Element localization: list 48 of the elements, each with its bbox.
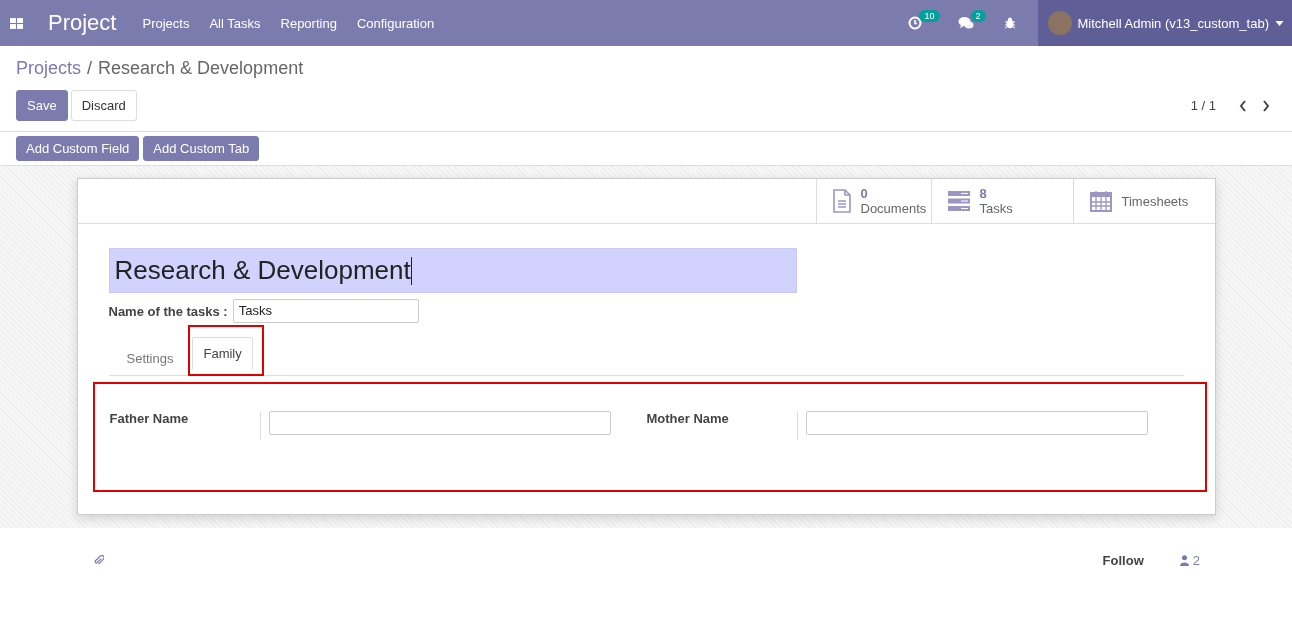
followers-button[interactable]: 2 bbox=[1179, 553, 1200, 568]
menu-item[interactable]: Reporting bbox=[280, 15, 337, 31]
paperclip-icon[interactable] bbox=[93, 555, 104, 566]
avatar-icon bbox=[1047, 11, 1072, 35]
smart-button[interactable]: Timesheets bbox=[1072, 179, 1215, 223]
input-field[interactable] bbox=[805, 411, 1148, 435]
smart-button[interactable]: 8 Tasks bbox=[930, 179, 1073, 223]
input-field[interactable] bbox=[268, 411, 611, 435]
pager-value: 1 / 1 bbox=[1190, 98, 1216, 113]
custom-action-button[interactable]: Add Custom Field bbox=[16, 136, 140, 161]
person-icon bbox=[1179, 555, 1189, 566]
field-label: Name of the tasks : bbox=[108, 303, 228, 319]
follow-button[interactable]: Follow bbox=[1096, 552, 1150, 569]
document-icon bbox=[832, 189, 851, 213]
tab[interactable]: Settings bbox=[115, 342, 185, 374]
breadcrumb-current: Research & Development bbox=[98, 58, 304, 79]
smart-button-label: Timesheets bbox=[1121, 193, 1189, 209]
custom-action-button[interactable]: Add Custom Tab bbox=[143, 136, 260, 161]
user-menu[interactable]: Mitchell Admin (v13_custom_tab) bbox=[1037, 0, 1292, 46]
smart-button[interactable]: 0 Documents bbox=[815, 179, 931, 223]
menu-item[interactable]: All Tasks bbox=[209, 15, 261, 31]
chat-icon[interactable] bbox=[957, 16, 974, 30]
app-title: Project bbox=[48, 10, 117, 36]
smart-button-count: 8 bbox=[979, 186, 988, 201]
apps-menu-icon[interactable] bbox=[10, 17, 23, 29]
tasks-name-field[interactable]: Tasks bbox=[232, 299, 419, 323]
smart-button-label: Tasks bbox=[979, 201, 1013, 216]
calendar-icon bbox=[1089, 190, 1112, 212]
field-label: Father Name bbox=[109, 411, 261, 440]
activity-count-badge: 10 bbox=[919, 10, 940, 22]
discard-button[interactable]: Discard bbox=[70, 90, 137, 121]
bug-icon[interactable] bbox=[1003, 17, 1016, 29]
caret-icon bbox=[1275, 20, 1284, 26]
menu-item[interactable]: Projects bbox=[142, 15, 190, 31]
smart-button-count: 0 bbox=[860, 186, 869, 201]
next-icon[interactable] bbox=[1262, 99, 1270, 112]
save-button[interactable]: Save bbox=[16, 90, 68, 121]
menu-item[interactable]: Configuration bbox=[356, 15, 435, 31]
breadcrumb-separator: / bbox=[87, 58, 93, 79]
list-icon bbox=[947, 191, 970, 211]
smart-button-label: Documents bbox=[860, 201, 927, 216]
tab[interactable]: Family bbox=[192, 337, 253, 370]
clock-icon[interactable] bbox=[908, 16, 923, 30]
previous-icon[interactable] bbox=[1239, 99, 1247, 112]
field-label: Mother Name bbox=[646, 411, 798, 440]
message-count-badge: 2 bbox=[970, 10, 986, 22]
breadcrumb-link[interactable]: Projects bbox=[16, 58, 82, 79]
project-name-field[interactable]: Research & Development bbox=[108, 248, 797, 293]
